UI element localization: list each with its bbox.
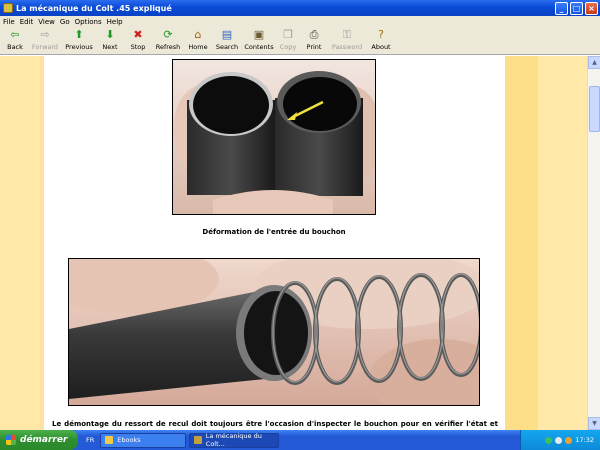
toolbar-button-label: Copy	[279, 43, 297, 51]
network-icon[interactable]	[545, 436, 553, 444]
stop-icon: ✖	[133, 28, 143, 41]
menu-bar: File Edit View Go Options Help	[0, 16, 600, 27]
system-tray: 17:32	[520, 430, 600, 450]
toolbar-button-label: About	[371, 43, 391, 51]
toolbar-forward-button[interactable]: ⇨ Forward	[28, 27, 62, 52]
scroll-down-arrow-icon[interactable]: ▼	[588, 417, 600, 430]
toolbar-button-label: Refresh	[155, 43, 181, 51]
windows-logo-icon	[6, 435, 16, 445]
toolbar-refresh-button[interactable]: ⟳ Refresh	[152, 27, 184, 52]
menu-file[interactable]: File	[3, 18, 15, 26]
start-button[interactable]: démarrer	[0, 430, 78, 450]
taskbar-item-colt[interactable]: La mécanique du Colt...	[189, 432, 280, 448]
taskbar-item-label: La mécanique du Colt...	[205, 432, 262, 448]
menu-edit[interactable]: Edit	[20, 18, 34, 26]
menu-help[interactable]: Help	[107, 18, 123, 26]
toolbar-print-button[interactable]: ⎙ Print	[300, 27, 328, 52]
toolbar-button-label: Back	[7, 43, 23, 51]
toolbar-next-button[interactable]: ⬇ Next	[96, 27, 124, 52]
maximize-button[interactable]: □	[570, 1, 583, 15]
title-bar: La mécanique du Colt .45 expliqué _ □ ×	[0, 0, 600, 16]
ebook-icon	[194, 436, 202, 444]
toolbar-button-label: Forward	[31, 43, 59, 51]
page: Déformation de l'entrée du bouchon Le dé…	[44, 56, 505, 430]
toolbar-home-button[interactable]: ⌂ Home	[184, 27, 212, 52]
search-icon: ▤	[221, 28, 233, 41]
photo-recoil-spring	[68, 258, 480, 406]
right-margin-stripe	[505, 56, 538, 430]
up-arrow-icon: ⬆	[74, 28, 84, 41]
toolbar-copy-button[interactable]: ❐ Copy	[276, 27, 300, 52]
key-icon: ⚿	[342, 28, 352, 41]
contents-icon: ▣	[253, 28, 265, 41]
taskbar: démarrer FR Ebooks La mécanique du Colt.…	[0, 430, 600, 450]
volume-icon[interactable]	[555, 436, 563, 444]
scroll-up-arrow-icon[interactable]: ▲	[588, 56, 600, 69]
content-area: Déformation de l'entrée du bouchon Le dé…	[0, 56, 587, 430]
back-arrow-icon: ⇦	[10, 28, 20, 41]
toolbar-button-label: Previous	[65, 43, 93, 51]
minimize-button[interactable]: _	[555, 1, 568, 15]
refresh-icon: ⟳	[163, 28, 173, 41]
taskbar-item-label: Ebooks	[117, 436, 141, 444]
print-icon: ⎙	[309, 28, 319, 41]
right-margin	[538, 56, 587, 430]
forward-arrow-icon: ⇨	[40, 28, 50, 41]
toolbar-stop-button[interactable]: ✖ Stop	[124, 27, 152, 52]
toolbar-search-button[interactable]: ▤ Search	[212, 27, 242, 52]
toolbar-button-label: Print	[306, 43, 322, 51]
close-button[interactable]: ×	[585, 1, 598, 15]
menu-options[interactable]: Options	[75, 18, 102, 26]
toolbar-back-button[interactable]: ⇦ Back	[2, 27, 28, 52]
left-margin	[0, 56, 40, 430]
copy-icon: ❐	[283, 28, 293, 41]
vertical-scrollbar[interactable]: ▲ ▼	[587, 56, 600, 430]
language-indicator[interactable]: FR	[86, 436, 94, 444]
start-label: démarrer	[20, 435, 68, 445]
window-title: La mécanique du Colt .45 expliqué	[16, 3, 172, 13]
toolbar-button-label: Password	[331, 43, 363, 51]
photo-plug-deformation	[172, 59, 376, 215]
toolbar-about-button[interactable]: ? About	[366, 27, 396, 52]
toolbar-button-label: Stop	[130, 43, 146, 51]
toolbar-password-button[interactable]: ⚿ Password	[328, 27, 366, 52]
app-icon	[3, 3, 13, 13]
down-arrow-icon: ⬇	[105, 28, 115, 41]
security-icon[interactable]	[565, 436, 573, 444]
folder-icon	[105, 436, 114, 444]
menu-view[interactable]: View	[38, 18, 55, 26]
menu-go[interactable]: Go	[60, 18, 70, 26]
toolbar-button-label: Next	[102, 43, 118, 51]
toolbar: ⇦ Back ⇨ Forward ⬆ Previous ⬇ Next ✖ Stop ⟳ Refresh…	[0, 27, 600, 55]
about-icon: ?	[378, 28, 384, 41]
taskbar-item-ebooks[interactable]: Ebooks	[100, 432, 187, 448]
toolbar-button-label: Search	[215, 43, 239, 51]
toolbar-button-label: Contents	[244, 43, 274, 51]
scroll-thumb[interactable]	[589, 86, 600, 132]
toolbar-contents-button[interactable]: ▣ Contents	[242, 27, 276, 52]
toolbar-button-label: Home	[188, 43, 208, 51]
toolbar-previous-button[interactable]: ⬆ Previous	[62, 27, 96, 52]
photo-caption: Déformation de l'entrée du bouchon	[202, 228, 346, 236]
clock: 17:32	[575, 436, 594, 444]
home-icon: ⌂	[194, 28, 202, 41]
body-paragraph: Le démontage du ressort de recul doit to…	[52, 420, 498, 428]
